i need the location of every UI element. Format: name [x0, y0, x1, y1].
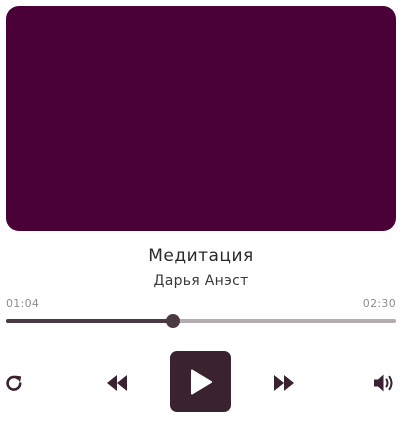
repeat-button[interactable] [3, 372, 25, 394]
repeat-icon [6, 375, 22, 391]
progress-thumb[interactable] [165, 314, 180, 328]
volume-icon [374, 374, 393, 392]
progress-fill [6, 319, 173, 323]
elapsed-time: 01:04 [6, 297, 40, 310]
play-button[interactable] [170, 351, 231, 412]
volume-button[interactable] [372, 372, 398, 394]
track-artist: Дарья Анэст [153, 273, 249, 289]
progress-slider[interactable] [6, 314, 396, 328]
total-time: 02:30 [362, 297, 396, 310]
fast-forward-icon [274, 375, 294, 391]
album-cover [6, 6, 396, 231]
rewind-button[interactable] [105, 372, 129, 394]
fast-forward-button[interactable] [272, 372, 296, 394]
play-icon [190, 369, 212, 394]
track-title: Медитация [148, 246, 254, 266]
rewind-icon [107, 375, 127, 391]
